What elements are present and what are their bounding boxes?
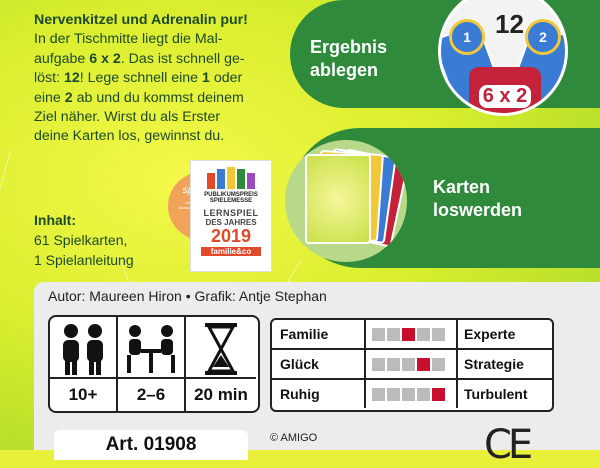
people-icon (63, 324, 103, 375)
award-badge: PUBLIKUMSPREIS SPIELEMESSE LERNSPIEL DES… (190, 160, 272, 272)
game-character-scales: Familie Experte Glück Strategie Ruhig Tu… (270, 318, 554, 412)
headline: Nervenkitzel und Adrenalin pur! (34, 12, 248, 28)
time-cell: 20 min (186, 317, 256, 411)
description-line: Ziel näher. Wirst du als Erster (34, 109, 221, 126)
players-value: 2–6 (118, 377, 184, 411)
scale-bar (372, 328, 445, 341)
scale-right-label: Turbulent (464, 386, 528, 402)
award-line: SPIELEMESSE (209, 198, 253, 204)
ce-mark: CE (484, 422, 533, 468)
contents-item: 61 Spielkarten, (34, 232, 128, 248)
number-two-icon: 2 (525, 19, 561, 55)
time-value: 20 min (186, 377, 256, 411)
description-line: eine 2 ab und du kommst deinem (34, 89, 244, 106)
description-line: In der Tischmitte liegt die Mal- (34, 31, 223, 48)
step-label: Karten loswerden (433, 177, 523, 220)
description-line: aufgabe 6 x 2. Das ist schnell ge- (34, 50, 245, 67)
card-back-image (305, 154, 371, 244)
step-label: Ergebnis ablegen (310, 37, 388, 80)
players-cell: 2–6 (118, 317, 186, 411)
article-number: Art. 01908 (54, 430, 248, 460)
game-facts: 10+ 2–6 20 min (48, 315, 260, 413)
award-sponsor: familie&co (201, 247, 261, 256)
age-value: 10+ (50, 377, 116, 411)
description-line: deine Karten los, gewinnst du. (34, 128, 225, 145)
card-play-illustration: 12 1 2 6 x 2 (438, 0, 568, 116)
contents-item: 1 Spielanleitung (34, 252, 134, 268)
scale-row: Ruhig Turbulent (272, 380, 552, 410)
description-line: löst: 12! Lege schnell eine 1 oder (34, 70, 243, 87)
players-table-icon (127, 325, 175, 373)
scale-left-label: Familie (280, 326, 329, 342)
crown-icon (191, 167, 271, 189)
card-fan-illustration (285, 140, 407, 262)
info-panel: Autor: Maureen Hiron • Grafik: Antje Ste… (34, 282, 600, 468)
number-one-icon: 1 (449, 19, 485, 55)
scale-right-label: Strategie (464, 356, 524, 372)
copyright: © AMIGO (270, 432, 318, 444)
contents: Inhalt: 61 Spielkarten, 1 Spielanleitung (34, 210, 134, 270)
scale-bar (372, 388, 445, 401)
hourglass-icon (205, 323, 237, 375)
scale-row: Glück Strategie (272, 350, 552, 380)
game-description: Nervenkitzel und Adrenalin pur! In der T… (34, 11, 289, 147)
task-card: 6 x 2 (469, 67, 541, 113)
scale-right-label: Experte (464, 326, 516, 342)
scale-row: Familie Experte (272, 320, 552, 350)
scale-left-label: Ruhig (280, 386, 320, 402)
age-cell: 10+ (50, 317, 118, 411)
award-line: LERNSPIEL (203, 208, 259, 218)
result-number: 12 (495, 9, 524, 39)
scale-bar (372, 358, 445, 371)
award-year: 2019 (210, 226, 252, 246)
scale-left-label: Glück (280, 356, 319, 372)
credits: Autor: Maureen Hiron • Grafik: Antje Ste… (48, 288, 327, 304)
contents-heading: Inhalt: (34, 212, 76, 228)
